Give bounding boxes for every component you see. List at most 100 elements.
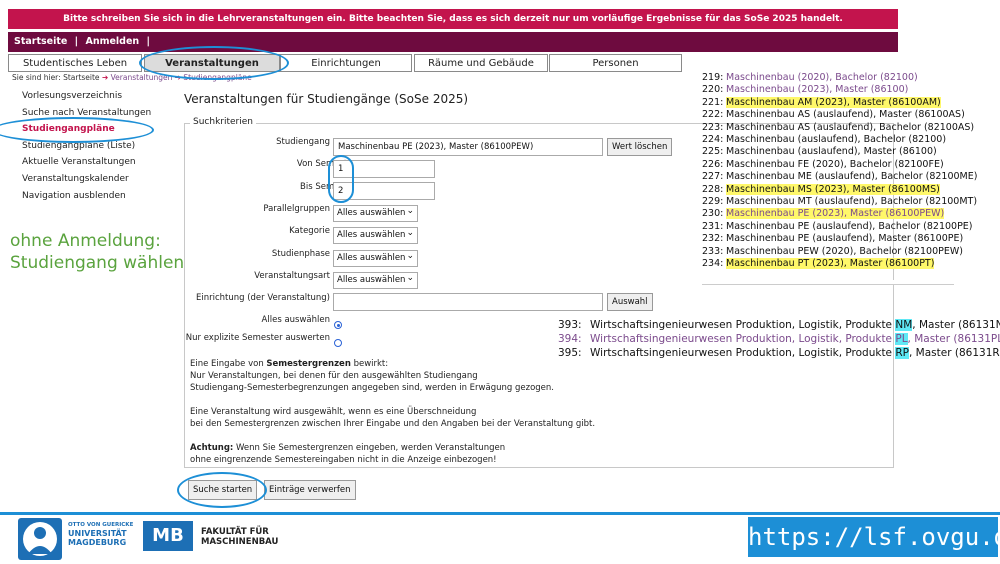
clear-value-button[interactable]: Wert löschen	[607, 138, 673, 156]
program-name[interactable]: Maschinenbau MT (auslaufend), Bachelor (…	[726, 196, 977, 207]
program-name[interactable]: Maschinenbau AS (auslaufend), Bachelor (…	[726, 122, 974, 133]
program-list-item[interactable]: 393: Wirtschaftsingenieurwesen Produktion…	[558, 318, 1000, 332]
tab-studentisches-leben[interactable]: Studentisches Leben	[8, 54, 142, 72]
program-number: 219:	[702, 72, 724, 83]
program-name[interactable]: Maschinenbau (auslaufend), Bachelor (821…	[726, 134, 946, 145]
studienphase-select[interactable]: Alles auswählen	[333, 249, 418, 267]
program-number: 226:	[702, 158, 724, 170]
program-list-item[interactable]: 226: Maschinenbau FE (2020), Bachelor (82…	[702, 159, 977, 171]
studiengang-field[interactable]: Maschinenbau PE (2023), Master (86100PEW…	[333, 138, 603, 156]
program-list-item[interactable]: 232: Maschinenbau PE (auslaufend), Master…	[702, 233, 977, 245]
program-number: 225:	[702, 146, 724, 158]
highlight-ellipse-sidebar	[0, 117, 154, 143]
program-list-item[interactable]: 229: Maschinenbau MT (auslaufend), Bachel…	[702, 196, 977, 208]
program-number: 222:	[702, 109, 724, 121]
program-list-item[interactable]: 221: Maschinenbau AM (2023), Master (8610…	[702, 96, 977, 109]
program-name[interactable]: Maschinenbau AM (2023), Master (86100AM)	[726, 96, 941, 108]
program-name[interactable]: Maschinenbau PE (auslaufend), Master (86…	[726, 233, 963, 244]
tab-raeume[interactable]: Räume und Gebäude	[414, 54, 548, 72]
program-name[interactable]: Maschinenbau PE (2023), Master (86100PEW…	[726, 208, 945, 220]
program-number: 227:	[702, 171, 724, 183]
program-name[interactable]: Maschinenbau PEW (2020), Bachelor (82100…	[726, 246, 963, 257]
sidebar-item-kalender[interactable]: Veranstaltungskalender	[22, 174, 129, 184]
program-name[interactable]: Maschinenbau ME (auslaufend), Bachelor (…	[726, 171, 977, 182]
university-seal-icon	[18, 518, 62, 560]
program-code: PL	[895, 333, 908, 345]
program-name[interactable]: Maschinenbau FE (2020), Bachelor (82100F…	[726, 159, 944, 170]
parallelgruppen-label: Parallelgruppen	[263, 204, 330, 214]
radio-explicit[interactable]	[334, 339, 342, 347]
program-name-suffix: , Master (86131NM)	[912, 319, 1000, 331]
notice-banner: Bitte schreiben Sie sich in die Lehrvera…	[8, 9, 898, 44]
program-list-item[interactable]: 394: Wirtschaftsingenieurwesen Produktion…	[558, 332, 1000, 346]
kategorie-label: Kategorie	[289, 226, 330, 236]
program-number: 220:	[702, 84, 724, 96]
url-badge[interactable]: https://lsf.ovgu.de	[748, 517, 1000, 557]
program-list-item[interactable]: 220: Maschinenbau (2023), Master (86100)	[702, 84, 977, 96]
nav-home-link[interactable]: Startseite	[14, 36, 67, 47]
footer-line	[0, 512, 1000, 515]
choose-einrichtung-button[interactable]: Auswahl	[607, 293, 653, 311]
nav-separator: |	[74, 36, 79, 47]
annotation-line-2: Studiengang wählen	[10, 253, 185, 273]
kategorie-select[interactable]: Alles auswählen	[333, 226, 418, 244]
program-list-item[interactable]: 231: Maschinenbau PE (auslaufend), Bachel…	[702, 221, 977, 233]
program-list-item[interactable]: 234: Maschinenbau PT (2023), Master (8610…	[702, 258, 977, 270]
program-name[interactable]: Maschinenbau AS (auslaufend), Master (86…	[726, 109, 965, 120]
info-line-3: Studiengang-Semesterbegrenzungen angegeb…	[190, 383, 554, 393]
program-name[interactable]: Maschinenbau PE (auslaufend), Bachelor (…	[726, 221, 973, 232]
program-list-item[interactable]: 222: Maschinenbau AS (auslaufend), Master…	[702, 109, 977, 121]
program-list-item[interactable]: 223: Maschinenbau AS (auslaufend), Bachel…	[702, 122, 977, 134]
reset-button[interactable]: Einträge verwerfen	[264, 480, 356, 500]
sidebar-item-navigation-ausblenden[interactable]: Navigation ausblenden	[22, 191, 126, 201]
program-list-item[interactable]: 227: Maschinenbau ME (auslaufend), Bachel…	[702, 171, 977, 183]
program-list-item[interactable]: 224: Maschinenbau (auslaufend), Bachelor …	[702, 134, 977, 146]
tab-einrichtungen[interactable]: Einrichtungen	[280, 54, 412, 72]
program-name-prefix: Wirtschaftsingenieurwesen Produktion, Lo…	[590, 333, 896, 345]
info-line-5: bei den Semestergrenzen zwischen Ihrer E…	[190, 419, 596, 429]
studiengang-label: Studiengang	[276, 137, 330, 147]
page-title: Veranstaltungen für Studiengänge (SoSe 2…	[184, 92, 469, 106]
program-list-item[interactable]: 225: Maschinenbau (auslaufend), Master (8…	[702, 146, 977, 158]
program-list-item[interactable]: 219: Maschinenbau (2020), Bachelor (82100…	[702, 72, 977, 84]
program-number: 229:	[702, 196, 724, 208]
nav-separator: |	[146, 36, 150, 47]
sidebar-item-vorlesungsverzeichnis[interactable]: Vorlesungsverzeichnis	[22, 91, 122, 101]
veranstaltungsart-select[interactable]: Alles auswählen	[333, 271, 418, 289]
program-number: 234:	[702, 258, 724, 270]
program-list-item[interactable]: 228: Maschinenbau MS (2023), Master (8610…	[702, 183, 977, 196]
program-name[interactable]: Maschinenbau PT (2023), Master (86100PT)	[726, 258, 935, 270]
radio-all[interactable]	[334, 321, 342, 329]
breadcrumb-prefix: Sie sind hier:	[12, 73, 61, 82]
radio-all-label: Alles auswählen	[261, 315, 330, 325]
program-name-prefix: Wirtschaftsingenieurwesen Produktion, Lo…	[590, 319, 896, 331]
einrichtung-field[interactable]	[333, 293, 603, 311]
studienphase-label: Studienphase	[271, 249, 330, 259]
annotation-line-1: ohne Anmeldung:	[10, 231, 161, 251]
einrichtung-label: Einrichtung (der Veranstaltung)	[195, 293, 330, 303]
program-name[interactable]: Maschinenbau (2020), Bachelor (82100)	[726, 72, 918, 83]
tab-personen[interactable]: Personen	[549, 54, 682, 72]
program-number: 231:	[702, 220, 724, 232]
breadcrumb-home[interactable]: Startseite	[63, 73, 99, 82]
search-criteria-legend: Suchkriterien	[190, 117, 256, 127]
program-name-suffix: , Master (86131PL)	[907, 333, 1000, 345]
sidebar-item-aktuelle[interactable]: Aktuelle Veranstaltungen	[22, 157, 136, 167]
parallelgruppen-select[interactable]: Alles auswählen	[333, 204, 418, 222]
program-number: 224:	[702, 134, 724, 146]
annotation-text: ohne Anmeldung: Studiengang wählen	[10, 230, 184, 274]
info-line-6: Achtung: Wenn Sie Semestergrenzen eingeb…	[190, 443, 506, 453]
top-navbar: Startseite | Anmelden |	[8, 32, 898, 52]
program-name[interactable]: Maschinenbau (auslaufend), Master (86100…	[726, 146, 937, 157]
program-list-item[interactable]: 395: Wirtschaftsingenieurwesen Produktion…	[558, 346, 1000, 360]
study-program-list-2: 393: Wirtschaftsingenieurwesen Produktion…	[558, 318, 1000, 360]
program-code: NM	[895, 319, 913, 331]
program-name[interactable]: Maschinenbau MS (2023), Master (86100MS)	[726, 183, 940, 195]
veranstaltungsart-label: Veranstaltungsart	[254, 271, 330, 281]
study-program-list: 219: Maschinenbau (2020), Bachelor (82100…	[702, 72, 977, 271]
program-code: RP	[895, 347, 909, 359]
nav-login-link[interactable]: Anmelden	[85, 36, 139, 47]
program-name[interactable]: Maschinenbau (2023), Master (86100)	[726, 84, 908, 95]
program-list-item[interactable]: 233: Maschinenbau PEW (2020), Bachelor (8…	[702, 246, 977, 258]
program-list-item[interactable]: 230: Maschinenbau PE (2023), Master (8610…	[702, 208, 977, 220]
